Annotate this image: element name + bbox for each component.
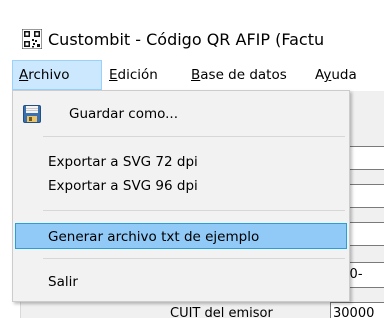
menu-archivo-mnemonic: A [19, 67, 29, 83]
menu-base-de-datos[interactable]: Base de datos [185, 60, 293, 90]
menu-item-save-as-label: Guardar como... [69, 106, 179, 122]
menu-ayuda[interactable]: Ayuda [309, 60, 363, 90]
menu-item-generate-example-txt[interactable]: Generar archivo txt de ejemplo [15, 223, 347, 249]
menu-bar: Archivo Edición Base de datos Ayuda [0, 60, 384, 91]
menu-item-export-svg-96[interactable]: Exportar a SVG 96 dpi [15, 173, 347, 199]
menu-edicion-mnemonic: E [109, 67, 118, 83]
window-title: Custombit - Código QR AFIP (Factu [48, 30, 325, 49]
archivo-dropdown-menu: Guardar como... Exportar a SVG 72 dpi Ex… [12, 90, 350, 302]
menu-separator [43, 136, 345, 137]
qr-code-app-icon [22, 29, 42, 49]
menu-archivo[interactable]: Archivo [12, 60, 102, 90]
menu-item-exit-label: Salir [48, 274, 78, 290]
menu-item-save-as[interactable]: Guardar como... [15, 101, 347, 127]
menu-base-de-datos-mnemonic: B [191, 67, 201, 83]
floppy-disk-icon [23, 105, 41, 123]
title-bar: Custombit - Código QR AFIP (Factu [0, 0, 384, 60]
menu-item-export-svg-96-label: Exportar a SVG 96 dpi [48, 178, 198, 194]
menu-separator [43, 210, 345, 211]
menu-edicion[interactable]: Edición [103, 60, 164, 90]
menu-item-export-svg-72-label: Exportar a SVG 72 dpi [48, 154, 198, 170]
menu-separator [43, 258, 345, 259]
cuit-field[interactable]: 30000 [330, 302, 384, 318]
app-window: Custombit - Código QR AFIP (Factu Archiv… [0, 0, 384, 318]
menu-archivo-rest: rchivo [28, 67, 70, 83]
cuit-label: CUIT del emisor [170, 306, 273, 318]
menu-item-exit[interactable]: Salir [15, 269, 347, 295]
menu-item-generate-example-txt-label: Generar archivo txt de ejemplo [48, 229, 260, 245]
menu-base-de-datos-rest: ase de datos [200, 67, 287, 83]
menu-ayuda-rest: uda [331, 67, 357, 83]
menu-edicion-rest: dición [117, 67, 158, 83]
menu-item-export-svg-72[interactable]: Exportar a SVG 72 dpi [15, 149, 347, 175]
